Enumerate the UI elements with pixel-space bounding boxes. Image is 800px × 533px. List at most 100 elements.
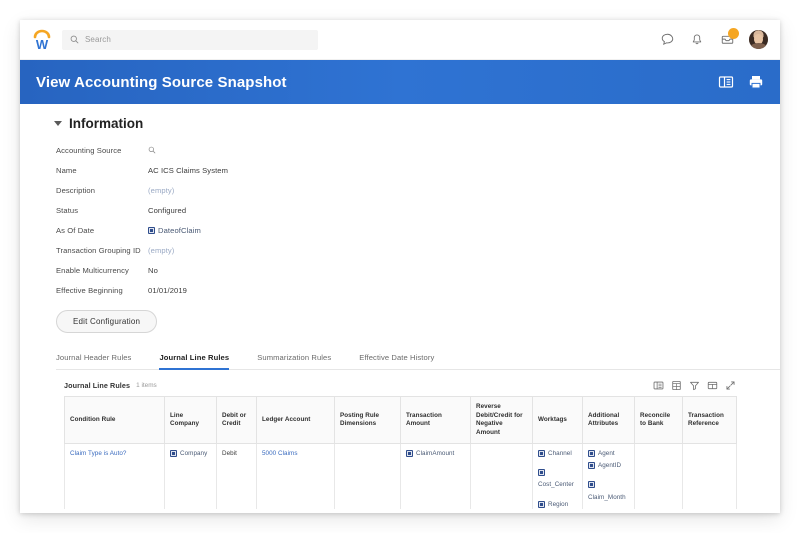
section-title: Information bbox=[69, 116, 143, 131]
page-content: Information Accounting Source Name AC IC… bbox=[20, 104, 780, 513]
column-header-reverse-debit-credit[interactable]: Reverse Debit/Credit for Negative Amount bbox=[471, 397, 533, 444]
token-icon bbox=[538, 501, 545, 508]
app-window: W Search bbox=[20, 20, 780, 513]
cell-ledger-account: 5000 Claims bbox=[257, 444, 335, 514]
page-title: View Accounting Source Snapshot bbox=[36, 74, 287, 91]
line-company-label: Company bbox=[180, 450, 207, 458]
tab-effective-date-history[interactable]: Effective Date History bbox=[359, 347, 448, 369]
avatar[interactable] bbox=[749, 30, 768, 49]
field-row: Enable Multicurrency No bbox=[56, 260, 780, 280]
svg-text:W: W bbox=[36, 37, 49, 52]
table-header-row: Condition Rule Line Company Debit or Cre… bbox=[65, 397, 737, 444]
field-value-description: (empty) bbox=[148, 186, 174, 195]
additional-attribute-label: AgentID bbox=[598, 462, 621, 470]
grid-toolbar bbox=[653, 380, 736, 391]
worktag-token: Region bbox=[538, 501, 577, 509]
additional-attribute-label: Claim_Month bbox=[588, 494, 626, 501]
token-icon bbox=[588, 450, 595, 457]
transaction-amount-token: ClaimAmount bbox=[406, 450, 465, 458]
field-value-transaction-grouping-id: (empty) bbox=[148, 246, 174, 255]
cell-line-company: Company bbox=[165, 444, 217, 514]
column-header-condition-rule[interactable]: Condition Rule bbox=[65, 397, 165, 444]
column-header-ledger-account[interactable]: Ledger Account bbox=[257, 397, 335, 444]
column-header-line-company[interactable]: Line Company bbox=[165, 397, 217, 444]
chat-icon[interactable] bbox=[659, 32, 675, 48]
journal-line-rules-grid: Journal Line Rules 1 items bbox=[64, 380, 736, 513]
column-header-worktags[interactable]: Worktags bbox=[533, 397, 583, 444]
workday-logo[interactable]: W bbox=[28, 26, 56, 54]
worktag-token: Cost_Center bbox=[538, 469, 577, 489]
chevron-down-icon[interactable] bbox=[54, 121, 62, 126]
tab-summarization-rules[interactable]: Summarization Rules bbox=[257, 347, 345, 369]
field-label: Status bbox=[56, 206, 148, 215]
inbox-icon[interactable] bbox=[719, 32, 735, 48]
cell-reverse-debit-credit bbox=[471, 444, 533, 514]
cell-condition-rule: Claim Type is Auto? bbox=[65, 444, 165, 514]
additional-attribute-token: Claim_Month bbox=[588, 481, 629, 501]
ledger-account-link[interactable]: 5000 Claims bbox=[262, 450, 298, 457]
field-value-name: AC ICS Claims System bbox=[148, 166, 228, 175]
condition-rule-link[interactable]: Claim Type is Auto? bbox=[70, 450, 126, 457]
worktag-label: Cost_Center bbox=[538, 481, 574, 488]
field-value-accounting-source[interactable] bbox=[148, 146, 156, 154]
field-token-label: DateofClaim bbox=[158, 226, 201, 235]
cell-worktags: Channel Cost_Center Region bbox=[533, 444, 583, 514]
column-header-additional-attributes[interactable]: Additional Attributes bbox=[583, 397, 635, 444]
bell-icon[interactable] bbox=[689, 32, 705, 48]
transaction-amount-label: ClaimAmount bbox=[416, 450, 454, 458]
tab-journal-header-rules[interactable]: Journal Header Rules bbox=[56, 347, 145, 369]
cell-transaction-amount: ClaimAmount bbox=[401, 444, 471, 514]
search-input[interactable]: Search bbox=[62, 30, 318, 50]
grid-view-icon[interactable] bbox=[653, 380, 664, 391]
search-placeholder: Search bbox=[85, 35, 111, 44]
field-label: Effective Beginning bbox=[56, 286, 148, 295]
column-header-reconcile-to-bank[interactable]: Reconcile to Bank bbox=[635, 397, 683, 444]
field-label: Name bbox=[56, 166, 148, 175]
edit-configuration-button[interactable]: Edit Configuration bbox=[56, 310, 157, 333]
column-header-transaction-amount[interactable]: Transaction Amount bbox=[401, 397, 471, 444]
column-header-posting-rule-dimensions[interactable]: Posting Rule Dimensions bbox=[335, 397, 401, 444]
field-row: As Of Date DateofClaim bbox=[56, 220, 780, 240]
cell-transaction-reference bbox=[683, 444, 737, 514]
field-label: Enable Multicurrency bbox=[56, 266, 148, 275]
worksheet-icon[interactable] bbox=[671, 380, 682, 391]
cell-reconcile-to-bank bbox=[635, 444, 683, 514]
tab-journal-line-rules[interactable]: Journal Line Rules bbox=[159, 347, 243, 369]
worktag-label: Channel bbox=[548, 450, 572, 458]
worktag-token: Channel bbox=[538, 450, 577, 458]
field-value-status: Configured bbox=[148, 206, 186, 215]
data-table: Condition Rule Line Company Debit or Cre… bbox=[64, 396, 737, 513]
view-options-icon[interactable] bbox=[718, 74, 734, 90]
line-company-token: Company bbox=[170, 450, 211, 458]
column-header-transaction-reference[interactable]: Transaction Reference bbox=[683, 397, 737, 444]
worktag-label: Region bbox=[548, 501, 568, 509]
field-value-as-of-date: DateofClaim bbox=[148, 226, 201, 235]
column-header-debit-or-credit[interactable]: Debit or Credit bbox=[217, 397, 257, 444]
field-row: Effective Beginning 01/01/2019 bbox=[56, 280, 780, 300]
grid-item-count: 1 items bbox=[136, 382, 157, 389]
print-icon[interactable] bbox=[748, 74, 764, 90]
page-header: View Accounting Source Snapshot bbox=[20, 60, 780, 104]
field-row: Description (empty) bbox=[56, 180, 780, 200]
field-row: Transaction Grouping ID (empty) bbox=[56, 240, 780, 260]
expand-icon[interactable] bbox=[725, 380, 736, 391]
field-row: Status Configured bbox=[56, 200, 780, 220]
token-icon bbox=[170, 450, 177, 457]
grid-caption: Journal Line Rules bbox=[64, 381, 130, 390]
token-icon bbox=[588, 481, 595, 488]
cell-additional-attributes: Agent AgentID Claim_Month bbox=[583, 444, 635, 514]
global-top-bar: W Search bbox=[20, 20, 780, 60]
table-layout-icon[interactable] bbox=[707, 380, 718, 391]
topbar-actions bbox=[659, 30, 768, 49]
cell-posting-rule-dimensions bbox=[335, 444, 401, 514]
token-icon bbox=[406, 450, 413, 457]
search-icon bbox=[148, 146, 156, 154]
field-row: Name AC ICS Claims System bbox=[56, 160, 780, 180]
field-label: Transaction Grouping ID bbox=[56, 246, 148, 255]
grid-caption-row: Journal Line Rules 1 items bbox=[64, 380, 736, 396]
information-fields: Accounting Source Name AC ICS Claims Sys… bbox=[20, 140, 780, 300]
field-row: Accounting Source bbox=[56, 140, 780, 160]
search-icon bbox=[70, 35, 79, 44]
additional-attribute-token: Agent bbox=[588, 450, 629, 458]
filter-icon[interactable] bbox=[689, 380, 700, 391]
